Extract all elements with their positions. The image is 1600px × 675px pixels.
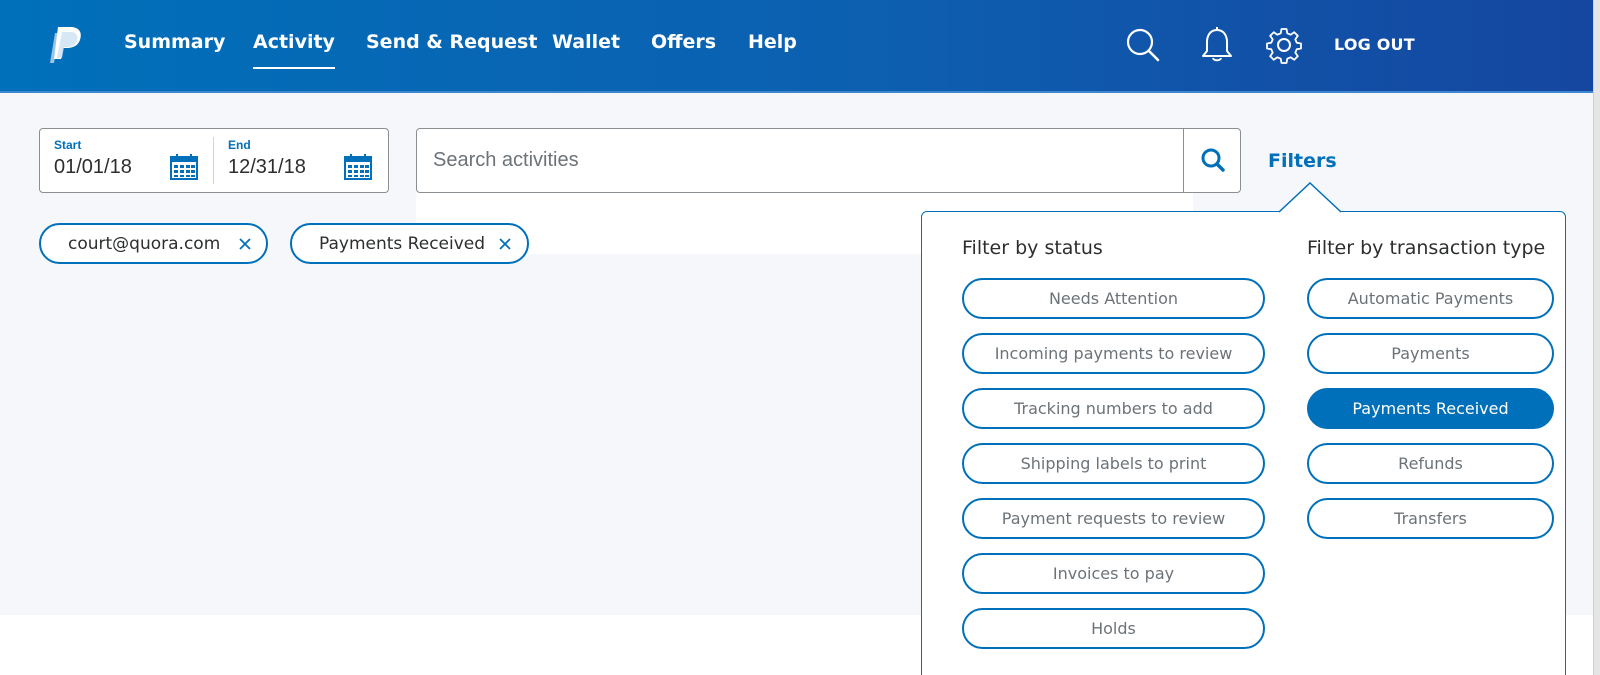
chip-label: Payments Received [319, 234, 486, 254]
filter-holds[interactable]: Holds [962, 608, 1265, 649]
close-icon[interactable] [238, 237, 252, 251]
filter-shipping-labels[interactable]: Shipping labels to print [962, 443, 1265, 484]
close-icon[interactable] [498, 237, 512, 251]
filters-toggle[interactable]: Filters [1268, 150, 1337, 172]
date-separator [213, 137, 214, 184]
chip-label: court@quora.com [68, 234, 221, 254]
filter-payment-requests[interactable]: Payment requests to review [962, 498, 1265, 539]
end-date-field[interactable]: 12/31/18 [228, 156, 306, 179]
nav-send-request[interactable]: Send & Request [366, 31, 537, 53]
search-bar [416, 128, 1241, 193]
end-date-label: End [228, 138, 251, 152]
filters-panel: Filter by status Needs Attention Incomin… [921, 211, 1566, 675]
search-button[interactable] [1183, 129, 1240, 192]
nav-wallet[interactable]: Wallet [552, 31, 620, 53]
filter-by-type-title: Filter by transaction type [1307, 237, 1546, 259]
nav-offers[interactable]: Offers [651, 31, 716, 53]
gear-icon[interactable] [1265, 26, 1303, 64]
start-date-label: Start [54, 138, 82, 152]
panel-pointer [1279, 182, 1341, 213]
active-filter-chip: court@quora.com [39, 223, 268, 264]
date-range-picker: Start 01/01/18 End 12/31/18 [39, 128, 389, 193]
calendar-icon[interactable] [170, 154, 198, 180]
filter-tracking-numbers[interactable]: Tracking numbers to add [962, 388, 1265, 429]
nav-activity[interactable]: Activity [253, 31, 335, 69]
paypal-logo[interactable] [49, 25, 83, 65]
filter-by-status-title: Filter by status [962, 237, 1103, 259]
calendar-icon[interactable] [344, 154, 372, 180]
scrollbar[interactable] [1593, 0, 1600, 675]
filter-invoices-to-pay[interactable]: Invoices to pay [962, 553, 1265, 594]
search-input[interactable] [417, 129, 1183, 192]
search-icon[interactable] [1124, 26, 1162, 64]
filter-payments-received[interactable]: Payments Received [1307, 388, 1554, 429]
filter-needs-attention[interactable]: Needs Attention [962, 278, 1265, 319]
filter-refunds[interactable]: Refunds [1307, 443, 1554, 484]
filter-automatic-payments[interactable]: Automatic Payments [1307, 278, 1554, 319]
search-icon [1201, 148, 1225, 172]
start-date-field[interactable]: 01/01/18 [54, 156, 132, 179]
nav-summary[interactable]: Summary [124, 31, 225, 53]
filter-transfers[interactable]: Transfers [1307, 498, 1554, 539]
nav-help[interactable]: Help [748, 31, 797, 53]
bell-icon[interactable] [1198, 26, 1236, 64]
filter-payments[interactable]: Payments [1307, 333, 1554, 374]
top-navigation-bar: Summary Activity Send & Request Wallet O… [0, 0, 1600, 93]
logout-button[interactable]: LOG OUT [1334, 35, 1415, 54]
active-filter-chip: Payments Received [290, 223, 529, 264]
filter-incoming-payments[interactable]: Incoming payments to review [962, 333, 1265, 374]
